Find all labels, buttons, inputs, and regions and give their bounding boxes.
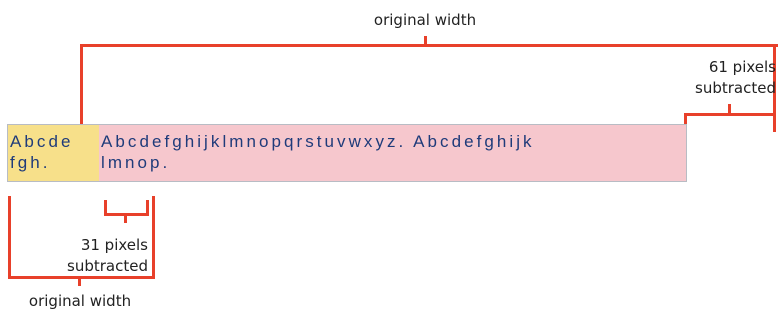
yellow-text-line-2: fgh. bbox=[10, 153, 51, 172]
bottom-bracket-center-tick bbox=[78, 276, 81, 286]
top-bracket-center-tick bbox=[424, 36, 427, 46]
left-subtracted-label-line2: subtracted bbox=[67, 257, 148, 275]
right-bracket-right-leg bbox=[773, 113, 776, 128]
right-subtracted-label-line2: subtracted bbox=[695, 79, 776, 97]
top-original-width-label: original width bbox=[373, 11, 477, 29]
left-subtracted-label-line1: 31 pixels bbox=[80, 236, 148, 254]
top-bracket-left-leg bbox=[80, 44, 83, 132]
bottom-bracket-left-leg bbox=[8, 196, 11, 279]
pink-text-line-2: lmnop. bbox=[101, 153, 171, 172]
bottom-bracket-horizontal bbox=[8, 276, 155, 279]
bottom-bracket-right-leg bbox=[152, 196, 155, 279]
pink-text-line-1: Abcdefghijklmnopqrstuvwxyz. Abcdefghijk bbox=[101, 132, 535, 151]
right-subtracted-label-line1: 61 pixels bbox=[708, 58, 776, 76]
yellow-text-line-1: Abcde bbox=[10, 132, 74, 151]
lower-bracket-center-tick bbox=[124, 213, 127, 223]
wrapped-text-box: Abcde fgh. Abcdefghijklmnopqrstuvwxyz. A… bbox=[7, 124, 687, 182]
right-bracket-center-tick bbox=[728, 104, 731, 114]
top-bracket-horizontal bbox=[80, 44, 778, 47]
bottom-original-width-label: original width bbox=[28, 292, 132, 310]
